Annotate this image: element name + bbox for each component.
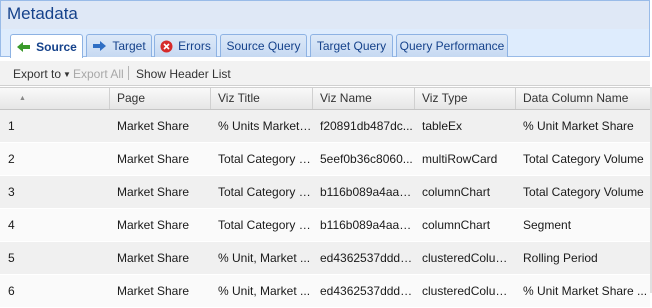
tab-errors-label: Errors (178, 39, 211, 53)
cell-page: Market Share (117, 251, 190, 265)
sort-ascending-icon: ▲ (19, 95, 26, 102)
cell-viz-name: ed4362537ddd0... (320, 251, 414, 265)
cell-page: Market Share (117, 152, 190, 166)
metadata-grid: ▲ Page Viz Title Viz Name Viz Type Data … (0, 87, 650, 308)
tab-source[interactable]: Source (10, 34, 83, 58)
cell-data-column-name: Segment (523, 218, 572, 232)
tab-target[interactable]: Target (86, 34, 152, 57)
cell-row-index: 4 (8, 218, 15, 232)
tab-query-performance[interactable]: Query Performance (396, 34, 508, 57)
cell-viz-type: multiRowCard (422, 152, 498, 166)
cell-data-column-name: Total Category Volume (523, 185, 644, 199)
cell-data-column-name: Total Category Volume (523, 152, 644, 166)
cell-viz-name: ed4362537ddd0... (320, 284, 414, 298)
tab-bar: Source Target Errors Source Query Target… (0, 29, 650, 58)
panel-header: Metadata (0, 0, 650, 29)
cell-row-index: 5 (8, 251, 15, 265)
show-header-list-button[interactable]: Show Header List (136, 67, 231, 81)
export-to-button[interactable]: Export to ▼ (13, 67, 71, 81)
cell-viz-name: b116b089a4aa5... (320, 218, 414, 232)
cell-data-column-name: % Unit Market Share (523, 119, 634, 133)
cell-viz-type: columnChart (422, 185, 491, 199)
tab-errors[interactable]: Errors (154, 34, 217, 57)
column-header-viz-name[interactable]: Viz Name (312, 88, 414, 109)
back-arrow-icon (16, 41, 31, 53)
cell-viz-title: % Unit, Market ... (218, 251, 311, 265)
tab-target-label: Target (112, 39, 146, 53)
cell-viz-type: clusteredColum... (422, 284, 515, 298)
cell-viz-type: clusteredColum... (422, 251, 515, 265)
table-row[interactable]: 3 Market Share Total Category V... b116b089… (0, 176, 650, 209)
table-row[interactable]: 4 Market Share Total Category V... b116b089… (0, 209, 650, 242)
tab-source-label: Source (36, 39, 77, 54)
cell-viz-type: tableEx (422, 119, 463, 133)
export-all-button[interactable]: Export All (73, 67, 124, 81)
cell-page: Market Share (117, 284, 190, 298)
cell-viz-title: % Units Market ... (218, 119, 312, 133)
toolbar-divider (128, 66, 129, 80)
cell-row-index: 1 (8, 119, 15, 133)
table-row[interactable]: 5 Market Share % Unit, Market ... ed4362537… (0, 242, 650, 275)
cell-data-column-name: % Unit Market Share ... (523, 284, 648, 298)
table-row[interactable]: 1 Market Share % Units Market ... f20891db4… (0, 110, 650, 143)
table-row[interactable]: 6 Market Share % Unit, Market ... ed4362537… (0, 275, 650, 308)
error-circle-icon (160, 40, 173, 53)
cell-viz-name: 5eef0b36c8060... (320, 152, 413, 166)
cell-page: Market Share (117, 185, 190, 199)
cell-viz-name: f20891db487dc... (320, 119, 413, 133)
grid-toolbar: Export to ▼ Export All Show Header List (0, 61, 650, 86)
column-header-data-column-name[interactable]: Data Column Name (515, 88, 650, 109)
forward-arrow-icon (92, 40, 107, 52)
column-header-index[interactable]: ▲ (0, 88, 109, 109)
tab-source-query-label: Source Query (226, 39, 301, 53)
cell-viz-type: columnChart (422, 218, 491, 232)
column-header-page[interactable]: Page (109, 88, 210, 109)
tab-target-query-label: Target Query (316, 39, 387, 53)
panel-title: Metadata (7, 4, 78, 23)
cell-viz-title: % Unit, Market ... (218, 284, 311, 298)
cell-row-index: 6 (8, 284, 15, 298)
cell-viz-title: Total Category V... (218, 218, 312, 232)
column-header-viz-type[interactable]: Viz Type (414, 88, 515, 109)
cell-viz-title: Total Category V... (218, 152, 312, 166)
table-row[interactable]: 2 Market Share Total Category V... 5eef0b36… (0, 143, 650, 176)
grid-body: 1 Market Share % Units Market ... f20891db4… (0, 110, 650, 308)
cell-row-index: 3 (8, 185, 15, 199)
cell-viz-title: Total Category V... (218, 185, 312, 199)
export-to-label: Export to (13, 67, 62, 81)
column-header-viz-title[interactable]: Viz Title (210, 88, 312, 109)
cell-data-column-name: Rolling Period (523, 251, 598, 265)
tab-query-performance-label: Query Performance (399, 39, 505, 53)
cell-page: Market Share (117, 218, 190, 232)
cell-row-index: 2 (8, 152, 15, 166)
tab-source-query[interactable]: Source Query (220, 34, 307, 57)
grid-header: ▲ Page Viz Title Viz Name Viz Type Data … (0, 87, 650, 110)
cell-viz-name: b116b089a4aa5... (320, 185, 414, 199)
tab-target-query[interactable]: Target Query (310, 34, 393, 57)
dropdown-caret-icon: ▼ (63, 70, 71, 79)
cell-page: Market Share (117, 119, 190, 133)
